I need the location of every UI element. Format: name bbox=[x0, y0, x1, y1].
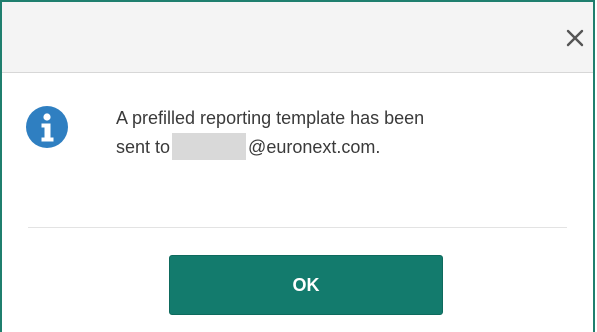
close-button[interactable] bbox=[563, 26, 587, 50]
dialog-message: A prefilled reporting template has been … bbox=[116, 104, 576, 162]
message-line-2-prefix: sent to bbox=[116, 137, 171, 157]
dialog-body: A prefilled reporting template has been … bbox=[2, 73, 593, 227]
close-icon bbox=[566, 29, 584, 47]
message-line-2-suffix: @euronext.com. bbox=[248, 137, 381, 157]
ok-button[interactable]: OK bbox=[169, 255, 443, 315]
redacted-email-username bbox=[172, 133, 247, 160]
message-line-1: A prefilled reporting template has been bbox=[116, 108, 425, 128]
info-dialog: A prefilled reporting template has been … bbox=[0, 0, 595, 332]
footer-divider bbox=[28, 227, 567, 228]
dialog-titlebar bbox=[2, 2, 593, 73]
info-icon bbox=[26, 106, 68, 148]
